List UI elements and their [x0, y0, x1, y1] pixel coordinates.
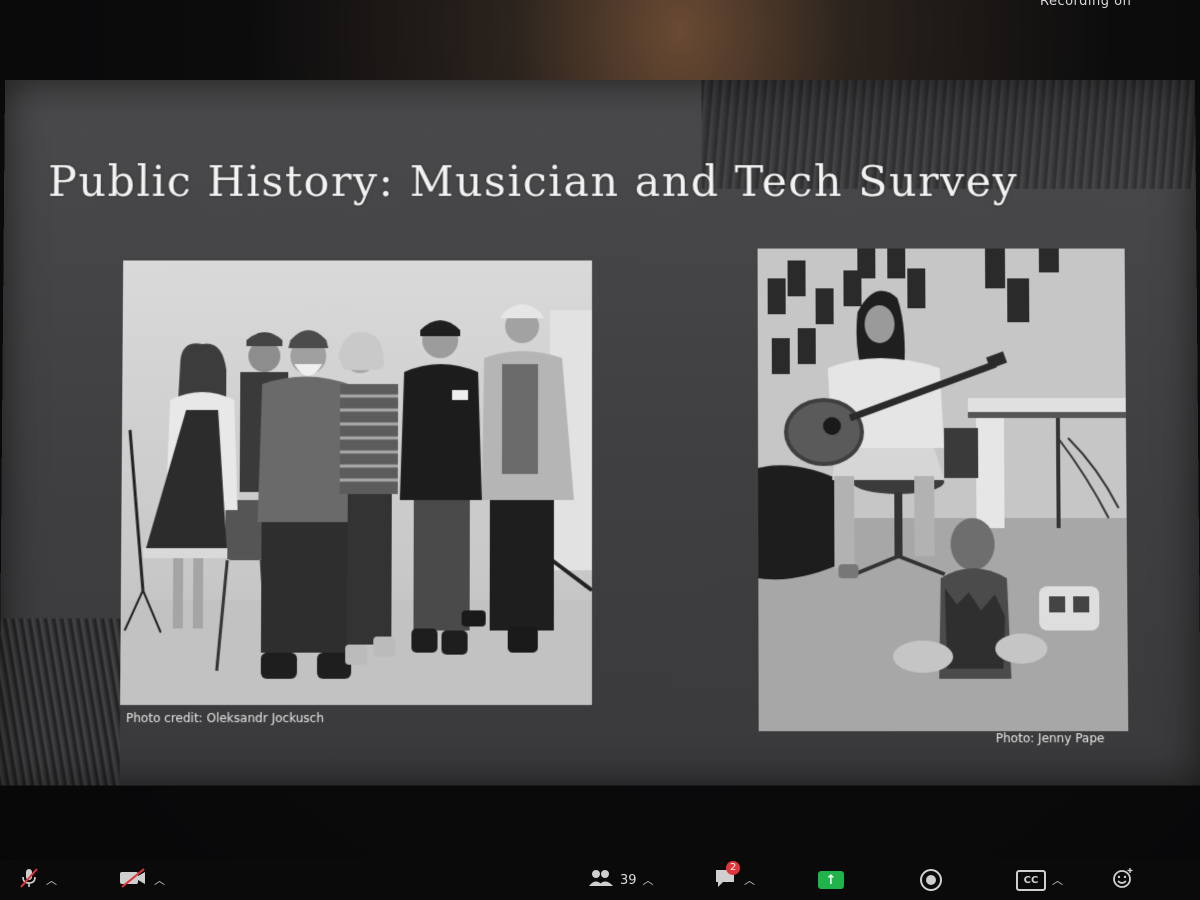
chat-icon[interactable]: 2: [714, 861, 741, 893]
photo-right-caption: Photo: Jenny Pape: [995, 731, 1105, 746]
participants-control[interactable]: 39 ︿: [588, 868, 654, 892]
photo-guitarist: [757, 248, 1129, 732]
photo-left-caption: Photo credit: Oleksandr Jockusch: [125, 711, 324, 726]
chat-control[interactable]: 2 ︿: [714, 861, 755, 893]
meeting-toolbar: ︿ ︿ 39 ︿ 2 ︿ ↑ CC ︿: [0, 860, 1200, 900]
reactions-control[interactable]: [1112, 868, 1134, 892]
guitarist-photo-illustration: [757, 248, 1129, 732]
photo-group-musicians: [120, 260, 593, 705]
mute-options-chevron-icon[interactable]: ︿: [46, 872, 57, 888]
group-photo-illustration: [120, 260, 593, 705]
record-icon[interactable]: [920, 869, 942, 891]
microphone-muted-icon[interactable]: [18, 867, 40, 893]
video-off-icon[interactable]: [118, 867, 148, 893]
share-screen-icon[interactable]: ↑: [818, 871, 844, 889]
mute-control[interactable]: ︿: [18, 868, 57, 892]
captions-options-chevron-icon[interactable]: ︿: [1052, 872, 1063, 888]
participants-count: 39: [620, 872, 637, 888]
video-control[interactable]: ︿: [118, 868, 165, 892]
video-options-chevron-icon[interactable]: ︿: [154, 872, 165, 888]
captions-icon[interactable]: CC: [1016, 869, 1046, 891]
screen: Recording on Public History: Musician an…: [0, 0, 1200, 900]
shared-slide: Public History: Musician and Tech Survey: [0, 79, 1200, 786]
captions-control[interactable]: CC ︿: [1016, 868, 1063, 892]
reactions-icon[interactable]: [1112, 867, 1134, 893]
participants-icon[interactable]: [588, 868, 614, 892]
share-screen-control[interactable]: ↑: [818, 868, 844, 892]
slide-title: Public History: Musician and Tech Survey: [47, 157, 1019, 207]
participants-options-chevron-icon[interactable]: ︿: [643, 872, 654, 888]
brush-texture-left: [0, 618, 121, 786]
record-control[interactable]: [920, 868, 942, 892]
chat-options-chevron-icon[interactable]: ︿: [744, 872, 755, 888]
recording-indicator: Recording on: [1040, 0, 1132, 9]
chat-unread-badge: 2: [726, 861, 741, 875]
